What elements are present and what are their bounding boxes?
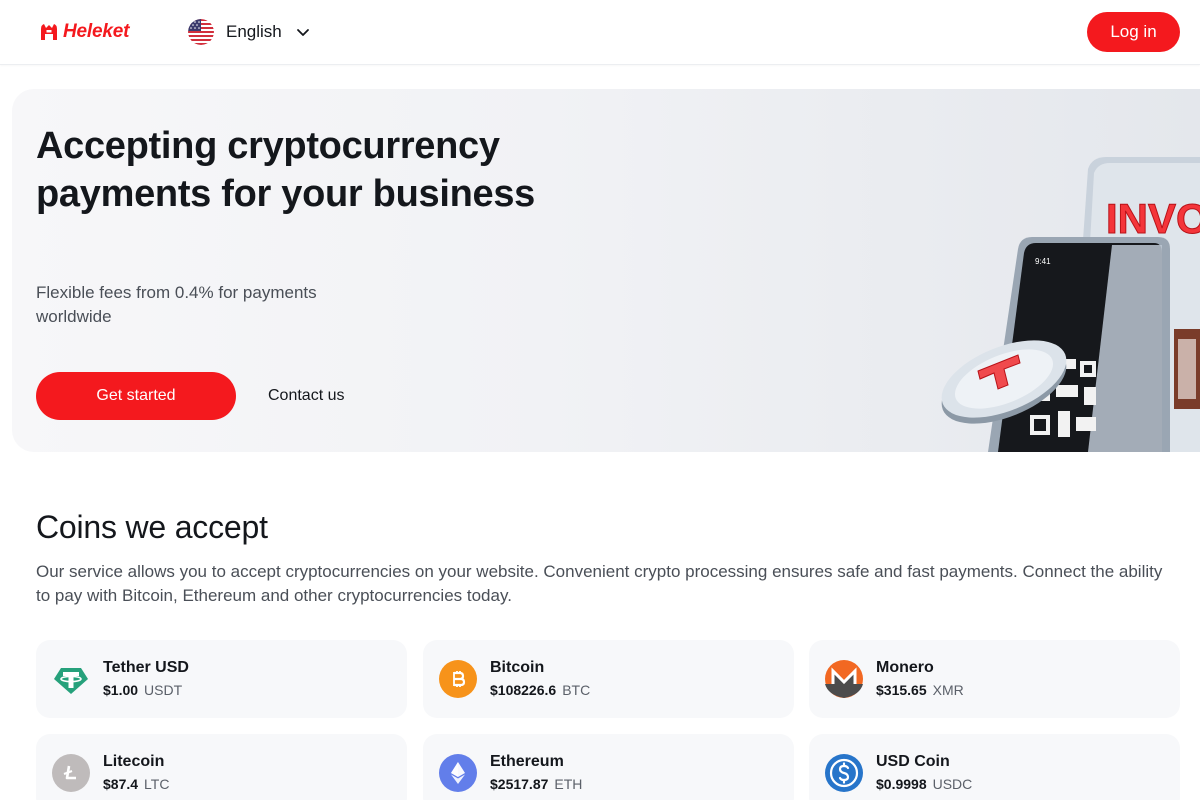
usdc-icon	[825, 754, 863, 792]
monero-icon	[825, 660, 863, 698]
coin-price-line: $108226.6 BTC	[490, 682, 590, 698]
coin-name: USD Coin	[876, 753, 950, 770]
coin-card-litecoin[interactable]: Litecoin $87.4 LTC	[36, 734, 407, 800]
coin-price-line: $0.9998 USDC	[876, 776, 972, 792]
chevron-down-icon	[296, 29, 309, 36]
litecoin-icon	[52, 754, 90, 792]
coins-section-description: Our service allows you to accept cryptoc…	[36, 562, 1163, 605]
coin-card-usdc[interactable]: USD Coin $0.9998 USDC	[809, 734, 1180, 800]
coin-price: $1.00	[103, 682, 139, 698]
heleket-logo-icon	[41, 24, 57, 40]
coin-name: Bitcoin	[490, 659, 545, 676]
coin-card-tether[interactable]: Tether USD $1.00 USDT	[36, 640, 407, 718]
coin-name: Monero	[876, 659, 934, 676]
coin-price-line: $2517.87 ETH	[490, 776, 582, 792]
login-button[interactable]: Log in	[1087, 12, 1180, 52]
get-started-button[interactable]: Get started	[36, 372, 236, 420]
coin-name: Ethereum	[490, 753, 564, 770]
coin-card-bitcoin[interactable]: Bitcoin $108226.6 BTC	[423, 640, 794, 718]
coin-price-line: $1.00 USDT	[103, 682, 182, 698]
language-label: English	[226, 22, 282, 41]
contact-us-link[interactable]: Contact us	[268, 372, 344, 420]
hero-illustration: INVO 9:41	[941, 157, 1200, 452]
heleket-logo[interactable]: Heleket	[38, 20, 129, 44]
top-header: Heleket English Log in	[0, 0, 1200, 65]
coin-price: $87.4	[103, 776, 139, 792]
coin-symbol: USDC	[932, 776, 973, 792]
coin-price: $2517.87	[490, 776, 549, 792]
coin-price: $315.65	[876, 682, 927, 698]
coin-name: Tether USD	[103, 659, 189, 676]
tether-icon	[52, 660, 90, 698]
coins-section-title: Coins we accept	[36, 509, 268, 545]
ethereum-icon	[439, 754, 477, 792]
hero-subtitle: Flexible fees from 0.4% for payments wor…	[36, 283, 317, 326]
us-flag-icon	[188, 19, 214, 45]
invoice-text: INVO	[1106, 195, 1200, 242]
coin-price: $0.9998	[876, 776, 927, 792]
coin-symbol: XMR	[932, 682, 964, 698]
coin-card-monero[interactable]: Monero $315.65 XMR	[809, 640, 1180, 718]
language-selector[interactable]: English	[188, 19, 310, 45]
coin-symbol: BTC	[562, 682, 591, 698]
coin-symbol: USDT	[144, 682, 183, 698]
hero-banner: Accepting cryptocurrency payments for yo…	[12, 89, 1200, 452]
coin-price-line: $87.4 LTC	[103, 776, 169, 792]
coin-price-line: $315.65 XMR	[876, 682, 964, 698]
coin-name: Litecoin	[103, 753, 165, 770]
hero-title: Accepting cryptocurrency payments for yo…	[36, 125, 536, 215]
coin-card-ethereum[interactable]: Ethereum $2517.87 ETH	[423, 734, 794, 800]
bitcoin-icon	[439, 660, 477, 698]
coin-symbol: LTC	[144, 776, 170, 792]
logo-text: Heleket	[63, 21, 130, 42]
coin-symbol: ETH	[554, 776, 583, 792]
phone-time: 9:41	[1035, 257, 1051, 266]
coin-price: $108226.6	[490, 682, 557, 698]
